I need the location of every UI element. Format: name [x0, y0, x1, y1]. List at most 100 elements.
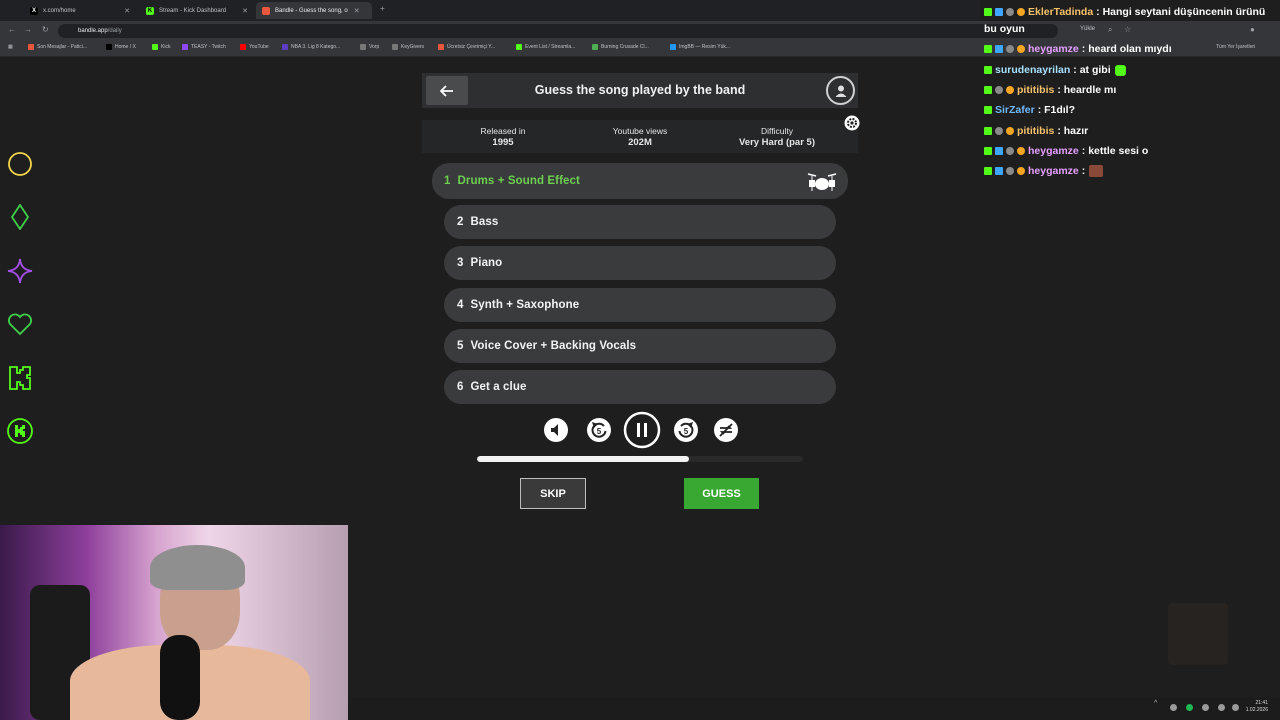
zoom-icon[interactable]: ⌕ — [1108, 25, 1112, 35]
x-logo-icon: X — [30, 6, 38, 15]
chat-username: SirZafer — [995, 104, 1035, 116]
streamer-hair — [150, 545, 245, 590]
release-label: Released in — [480, 126, 526, 136]
upload-label[interactable]: Yükle — [1080, 26, 1095, 32]
playback-progress-fill — [477, 456, 689, 462]
row-label: Piano — [470, 257, 503, 269]
tab-label: x.com/home — [43, 7, 76, 14]
row-number: 5 — [457, 340, 464, 352]
volume-button[interactable] — [543, 417, 569, 443]
row-label: Voice Cover + Backing Vocals — [470, 340, 637, 352]
page-title: Guess the song played by the band — [534, 83, 746, 97]
bookmark-item[interactable]: KeyGivers — [392, 44, 424, 50]
back-icon[interactable]: ← — [8, 25, 16, 34]
bookmark-item[interactable]: ImgBB — Resim Yük... — [670, 44, 730, 50]
instrument-row-4[interactable]: 4 Synth + Saxophone — [444, 288, 836, 322]
all-bookmarks[interactable]: Tüm Yer İşaretleri — [1216, 44, 1255, 50]
chat-text: : Hangi seytani düşüncenin ürünü — [1096, 6, 1266, 18]
bookmark-item[interactable]: YouTube — [240, 44, 269, 50]
chat-text: : — [1081, 165, 1086, 177]
bookmark-item[interactable]: Event List / Streamla... — [516, 44, 575, 50]
tray-chevron-icon[interactable]: ^ — [1154, 700, 1161, 707]
reload-icon[interactable]: ↻ — [42, 25, 49, 34]
new-tab-icon[interactable]: + — [380, 4, 385, 13]
guess-button[interactable]: GUESS — [684, 478, 759, 509]
browser-address-row: ← → ↻ bandle.app/daily Yükle ⌕ ☆ ● — [0, 21, 1280, 41]
chat-text: bu oyun — [984, 23, 1025, 35]
tab-label: Stream - Kick Dashboard — [159, 7, 227, 14]
tab-x-home[interactable]: X x.com/home ✕ — [24, 2, 136, 19]
chat-username: pititibis — [1017, 84, 1055, 96]
clock-date: 1.02.2026 — [1245, 707, 1268, 713]
chat-text: : kettle sesi o — [1081, 145, 1149, 157]
address-bar[interactable]: bandle.app/daily — [58, 24, 1058, 38]
bookmark-item[interactable]: Vorp — [360, 44, 379, 50]
bookmark-item[interactable]: Kick — [152, 44, 170, 50]
bookmark-item[interactable]: TEASY - Twitch — [182, 44, 226, 50]
diamond-icon[interactable] — [7, 204, 33, 230]
chat-username: EklerTadinda — [1028, 6, 1094, 18]
loop-toggle-button[interactable] — [713, 417, 739, 443]
instrument-row-2[interactable]: 2 Bass — [444, 205, 836, 239]
chat-username: pititibis — [1017, 125, 1055, 137]
bookmark-item[interactable]: Ücretsiz Çevrimiçi Y... — [438, 44, 495, 50]
rewind-5-button[interactable]: 5 — [586, 417, 612, 443]
spotify-icon[interactable] — [1186, 704, 1193, 711]
skip-button[interactable]: SKIP — [520, 478, 586, 509]
close-tab-icon[interactable]: ✕ — [242, 7, 248, 15]
circle-icon[interactable] — [7, 151, 33, 177]
kick-circle-icon[interactable] — [7, 418, 33, 444]
instrument-row-5[interactable]: 5 Voice Cover + Backing Vocals — [444, 329, 836, 363]
chat-username: heygamze — [1028, 145, 1079, 157]
network-icon[interactable] — [1218, 704, 1225, 711]
bookmark-item[interactable]: Home / X — [106, 44, 136, 50]
user-button[interactable] — [826, 76, 855, 105]
difficulty-value: Very Hard (par 5) — [738, 137, 816, 148]
profile-icon[interactable]: ● — [1250, 25, 1255, 34]
url-domain: bandle.app — [78, 28, 108, 34]
close-tab-icon[interactable]: ✕ — [354, 7, 360, 15]
faded-emote-image — [1168, 603, 1228, 665]
bookmark-item[interactable]: NBA 3. Lig 8 Katego... — [282, 44, 340, 50]
kick-logo-icon: K — [146, 6, 154, 15]
heart-icon[interactable] — [7, 311, 33, 337]
release-info: Released in 1995 — [428, 126, 578, 148]
forward-icon[interactable]: → — [24, 25, 32, 34]
tray-app-icon[interactable] — [1170, 704, 1177, 711]
instrument-row-1[interactable]: 1 Drums + Sound Effect — [432, 163, 848, 199]
song-info-bar: Released in 1995 Youtube views 202M Diff… — [422, 120, 858, 153]
pause-button[interactable] — [623, 411, 661, 449]
clock-time: 21:41 — [1255, 700, 1268, 706]
playback-progress-bar[interactable] — [477, 456, 803, 462]
sparkle-icon[interactable] — [7, 258, 33, 284]
row-label: Synth + Saxophone — [470, 299, 580, 311]
bookmark-star-icon[interactable]: ☆ — [1124, 25, 1131, 34]
system-taskbar: ^ 21:41 1.02.2026 — [348, 697, 1280, 720]
gear-icon[interactable] — [843, 114, 861, 132]
row-number: 2 — [457, 216, 464, 228]
instrument-row-3[interactable]: 3 Piano — [444, 246, 836, 280]
views-value: 202M — [628, 137, 652, 148]
bookmark-item[interactable]: Burning Crusade Cl... — [592, 44, 649, 50]
clue-row[interactable]: 6 Get a clue — [444, 370, 836, 404]
views-info: Youtube views 202M — [565, 126, 715, 148]
row-label: Bass — [470, 216, 499, 228]
tab-label: Bandle - Guess the song, o — [275, 7, 348, 14]
chat-message-continued: bu oyun — [984, 23, 1025, 35]
views-label: Youtube views — [612, 126, 668, 136]
forward-5-button[interactable]: 5 — [673, 417, 699, 443]
close-tab-icon[interactable]: ✕ — [124, 7, 130, 15]
chat-username: heygamze — [1028, 43, 1079, 55]
bandle-logo-icon — [262, 6, 270, 15]
volume-icon[interactable] — [1232, 704, 1239, 711]
tab-kick-dashboard[interactable]: K Stream - Kick Dashboard ✕ — [140, 2, 254, 19]
row-number: 3 — [457, 257, 464, 269]
tab-bandle[interactable]: Bandle - Guess the song, o ✕ — [256, 2, 372, 19]
apps-icon[interactable]: ▦ — [8, 44, 13, 50]
chat-message: heygamze : — [984, 165, 1104, 177]
chat-text: : heardle mı — [1057, 84, 1117, 96]
mic-icon[interactable] — [1202, 704, 1209, 711]
bookmark-item[interactable]: Son Mesajlar - Patici... — [28, 44, 87, 50]
chat-text: : at gibi — [1073, 64, 1111, 76]
kick-logo-icon[interactable] — [7, 365, 33, 391]
